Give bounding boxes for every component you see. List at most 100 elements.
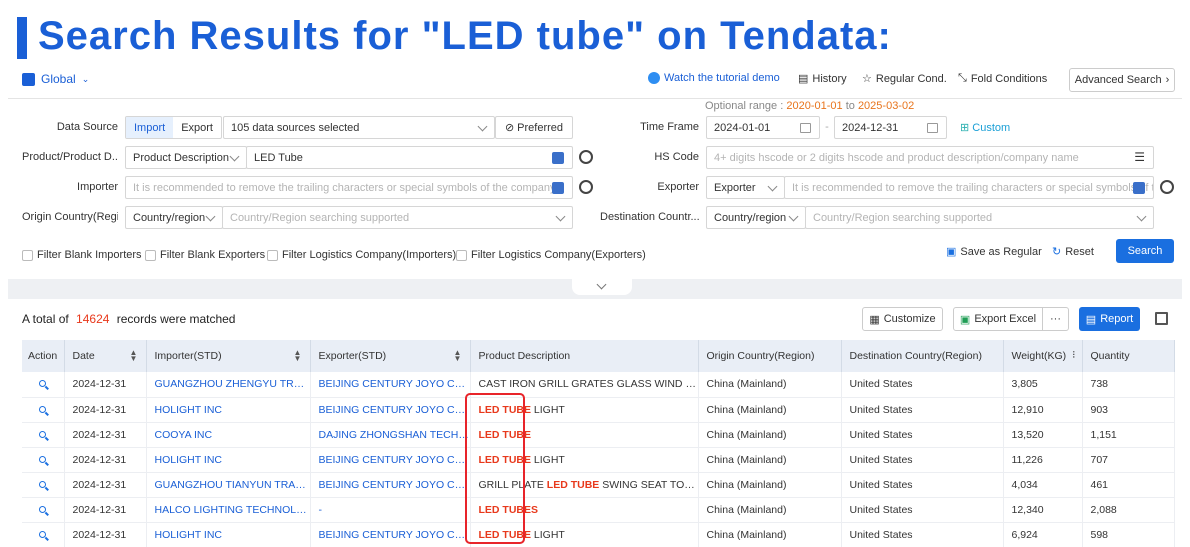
filter-blank-importers[interactable]: Filter Blank Importers <box>22 249 142 261</box>
fullscreen-icon[interactable] <box>1155 312 1168 325</box>
destination-type-select[interactable]: Country/region <box>706 206 806 229</box>
sort-icon[interactable]: ▲ ▼ <box>130 349 138 363</box>
cell-exporter[interactable]: BEIJING CENTURY JOYO COU... <box>310 522 471 547</box>
exporter-type-select[interactable]: Exporter <box>706 176 785 199</box>
header-importer[interactable]: Importer(STD) ▲ ▼ <box>146 340 311 372</box>
table-row[interactable]: 2024-12-31 HOLIGHT INC BEIJING CENTURY JOY… <box>22 522 1175 547</box>
ai-assist-icon[interactable] <box>579 180 593 194</box>
list-icon[interactable]: ☰ <box>1134 150 1145 164</box>
cell-importer[interactable]: HOLIGHT INC <box>146 397 311 423</box>
row-action[interactable] <box>22 522 65 547</box>
report-button[interactable]: ▤ Report <box>1079 307 1140 331</box>
reset-button[interactable]: ↻ Reset <box>1052 245 1094 259</box>
row-action[interactable] <box>22 447 65 473</box>
play-icon <box>648 72 660 84</box>
row-action[interactable] <box>22 422 65 448</box>
table-row[interactable]: 2024-12-31 GUANGZHOU ZHENGYU TRADI... BEIJ… <box>22 372 1175 398</box>
translate-icon[interactable] <box>1133 182 1145 194</box>
table-row[interactable]: 2024-12-31 GUANGZHOU TIANYUN TRADI... BEIJ… <box>22 472 1175 498</box>
chevron-down-icon <box>788 211 799 222</box>
optional-range-to: to <box>845 100 855 112</box>
search-icon[interactable] <box>39 380 47 388</box>
export-tab[interactable]: Export <box>173 117 221 138</box>
translate-icon[interactable] <box>552 152 564 164</box>
search-icon[interactable] <box>39 505 47 513</box>
search-icon[interactable] <box>39 405 47 413</box>
header-date-label: Date <box>72 350 95 362</box>
tutorial-link[interactable]: Watch the tutorial demo <box>648 72 780 84</box>
cell-exporter[interactable]: - <box>310 497 471 523</box>
origin-input[interactable]: Country/Region searching supported <box>222 206 573 229</box>
cell-exporter[interactable]: BEIJING CENTURY JOYO COU... <box>310 397 471 423</box>
ai-assist-icon[interactable] <box>1160 180 1174 194</box>
search-button[interactable]: Search <box>1116 239 1174 263</box>
table-row[interactable]: 2024-12-31 HALCO LIGHTING TECHNOLOG... - LE… <box>22 497 1175 523</box>
more-vertical-icon[interactable]: ⁝ <box>1072 349 1075 361</box>
refresh-icon: ↻ <box>1052 246 1062 258</box>
filter-logistics-importers[interactable]: Filter Logistics Company(Importers) <box>267 249 456 261</box>
hs-code-input[interactable]: 4+ digits hscode or 2 digits hscode and … <box>706 146 1154 169</box>
row-action[interactable] <box>22 372 65 398</box>
cell-exporter[interactable]: BEIJING CENTURY JOYO COU... <box>310 372 471 398</box>
cell-importer[interactable]: GUANGZHOU TIANYUN TRADI... <box>146 472 311 498</box>
row-action[interactable] <box>22 497 65 523</box>
search-icon[interactable] <box>39 530 47 538</box>
product-type-select[interactable]: Product Description <box>125 146 247 169</box>
header-action: Action <box>22 340 65 372</box>
header-date[interactable]: Date ▲ ▼ <box>64 340 147 372</box>
search-icon[interactable] <box>39 455 47 463</box>
destination-input[interactable]: Country/Region searching supported <box>805 206 1154 229</box>
filter-blank-exporters[interactable]: Filter Blank Exporters <box>145 249 265 261</box>
cell-importer[interactable]: HALCO LIGHTING TECHNOLOG... <box>146 497 311 523</box>
checkbox[interactable] <box>22 249 33 261</box>
import-tab[interactable]: Import <box>126 117 174 138</box>
history-button[interactable]: ▤ History <box>798 72 847 86</box>
header-exporter[interactable]: Exporter(STD) ▲ ▼ <box>310 340 471 372</box>
cell-weight: 6,924 <box>1003 522 1083 547</box>
header-weight[interactable]: Weight(KG) ⁝ <box>1003 340 1083 372</box>
checkbox[interactable] <box>267 249 278 261</box>
date-to-input[interactable]: 2024-12-31 <box>834 116 947 139</box>
search-icon[interactable] <box>39 430 47 438</box>
cell-importer[interactable]: HOLIGHT INC <box>146 447 311 473</box>
sort-icon[interactable]: ▲ ▼ <box>294 349 302 363</box>
highlight-annotation-box <box>465 393 525 544</box>
cell-importer[interactable]: HOLIGHT INC <box>146 522 311 547</box>
search-icon[interactable] <box>39 480 47 488</box>
cell-exporter[interactable]: BEIJING CENTURY JOYO COU... <box>310 472 471 498</box>
export-excel-button[interactable]: ▣ Export Excel <box>953 307 1043 331</box>
scope-selector[interactable]: Global ⌄ <box>22 72 89 86</box>
exporter-input[interactable]: It is recommended to remove the trailing… <box>784 176 1154 199</box>
table-row[interactable]: 2024-12-31 HOLIGHT INC BEIJING CENTURY JOY… <box>22 397 1175 423</box>
customize-button[interactable]: ▦ Customize <box>862 307 943 331</box>
preferred-button[interactable]: ⊘ Preferred <box>495 116 573 139</box>
sort-icon[interactable]: ▲ ▼ <box>454 349 462 363</box>
save-as-regular-button[interactable]: ▣ Save as Regular <box>946 245 1042 259</box>
table-row[interactable]: 2024-12-31 COOYA INC DAJING ZHONGSHAN TECH… <box>22 422 1175 448</box>
checkbox[interactable] <box>145 249 156 261</box>
row-action[interactable] <box>22 397 65 423</box>
fold-conditions-button[interactable]: ⤡ Fold Conditions <box>958 72 1047 85</box>
advanced-search-button[interactable]: Advanced Search › <box>1069 68 1175 92</box>
cell-importer[interactable]: GUANGZHOU ZHENGYU TRADI... <box>146 372 311 398</box>
data-sources-select[interactable]: 105 data sources selected <box>223 116 495 139</box>
ai-assist-icon[interactable] <box>579 150 593 164</box>
collapse-toggle[interactable] <box>572 279 632 295</box>
cell-exporter[interactable]: BEIJING CENTURY JOYO COU... <box>310 447 471 473</box>
cell-importer[interactable]: COOYA INC <box>146 422 311 448</box>
date-from-input[interactable]: 2024-01-01 <box>706 116 820 139</box>
row-action[interactable] <box>22 472 65 498</box>
translate-icon[interactable] <box>552 182 564 194</box>
table-row[interactable]: 2024-12-31 HOLIGHT INC BEIJING CENTURY JOY… <box>22 447 1175 473</box>
origin-type-select[interactable]: Country/region <box>125 206 223 229</box>
custom-button[interactable]: ⊞ Custom <box>960 121 1020 134</box>
more-button[interactable]: ··· <box>1042 307 1069 331</box>
regular-conditions-button[interactable]: ☆ Regular Cond. <box>862 72 947 86</box>
product-input[interactable]: LED Tube <box>246 146 573 169</box>
importer-input[interactable]: It is recommended to remove the trailing… <box>125 176 573 199</box>
excel-icon: ▣ <box>959 313 971 326</box>
cell-exporter[interactable]: DAJING ZHONGSHAN TECHN... <box>310 422 471 448</box>
regular-conditions-label: Regular Cond. <box>875 72 947 85</box>
filter-logistics-exporters[interactable]: Filter Logistics Company(Exporters) <box>456 249 646 261</box>
checkbox[interactable] <box>456 249 467 261</box>
